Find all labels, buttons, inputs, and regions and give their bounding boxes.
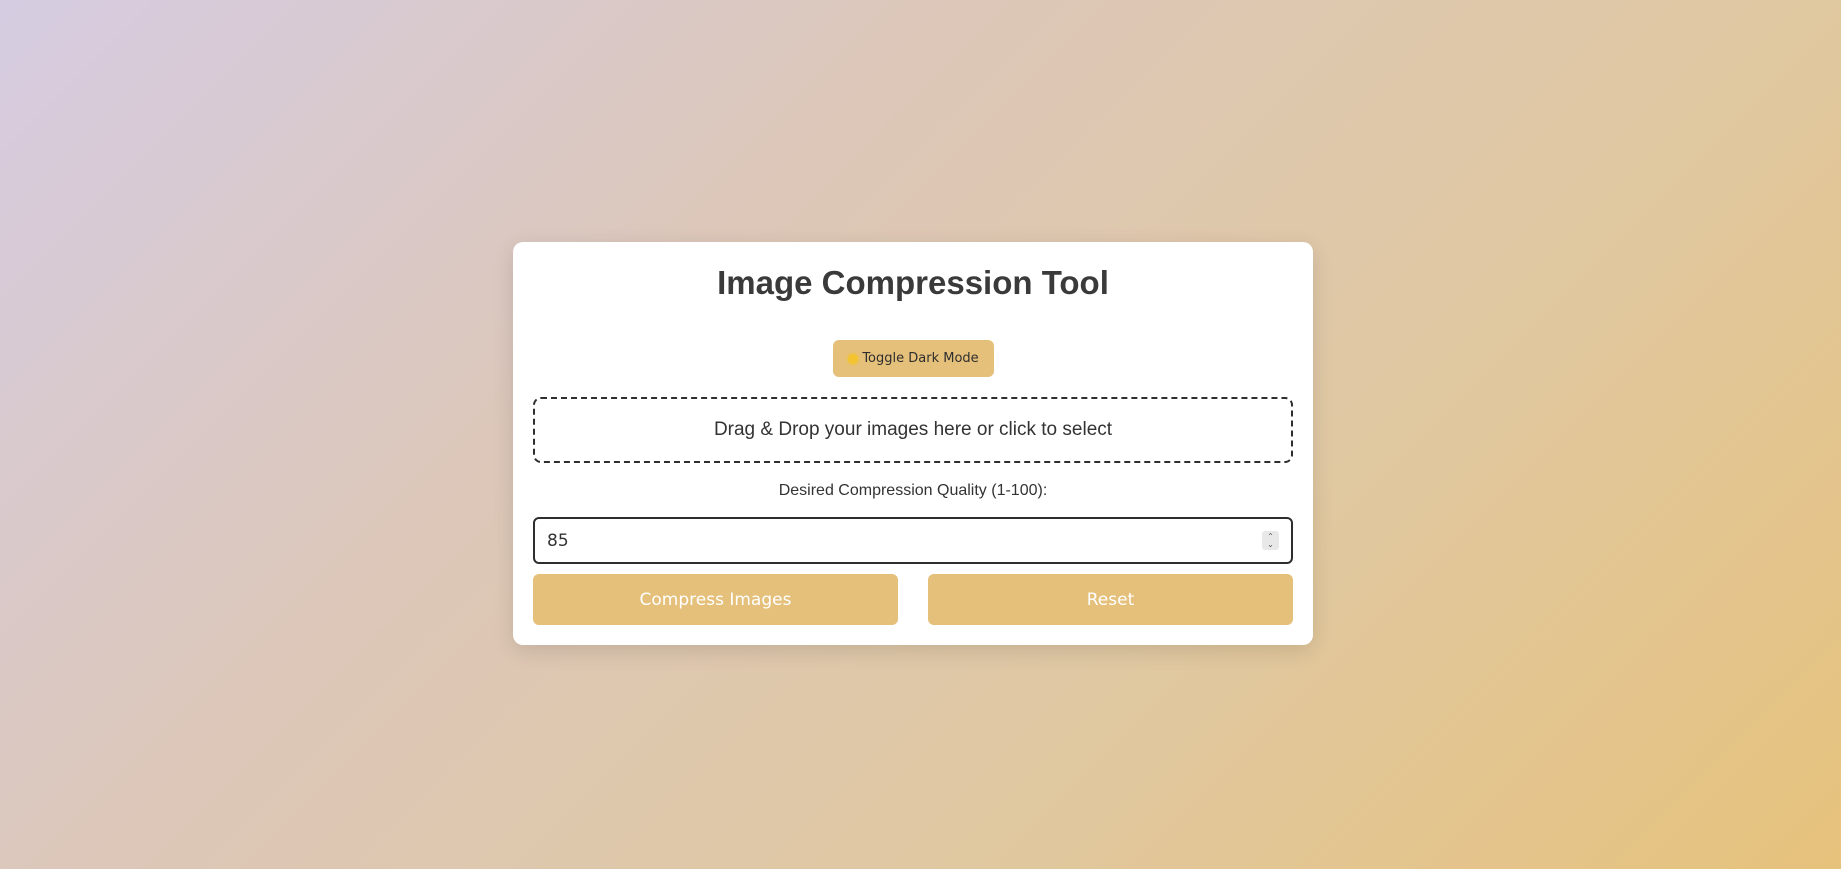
quality-input-container: ⌃ ⌄ [533, 517, 1293, 564]
toggle-dark-mode-label: Toggle Dark Mode [862, 351, 979, 366]
image-dropzone[interactable]: Drag & Drop your images here or click to… [533, 397, 1293, 463]
quality-input[interactable] [535, 518, 1262, 563]
compress-images-button[interactable]: Compress Images [533, 574, 898, 625]
compression-card: Image Compression Tool Toggle Dark Mode … [513, 242, 1313, 645]
quality-label: Desired Compression Quality (1-100): [778, 482, 1048, 499]
toggle-dark-mode-button[interactable]: Toggle Dark Mode [833, 340, 994, 377]
page-title: Image Compression Tool [717, 264, 1109, 301]
chevron-down-icon[interactable]: ⌄ [1267, 540, 1274, 549]
dropzone-text: Drag & Drop your images here or click to… [713, 419, 1113, 440]
reset-button[interactable]: Reset [928, 574, 1293, 625]
quality-stepper[interactable]: ⌃ ⌄ [1262, 531, 1279, 550]
sun-icon [848, 353, 859, 364]
